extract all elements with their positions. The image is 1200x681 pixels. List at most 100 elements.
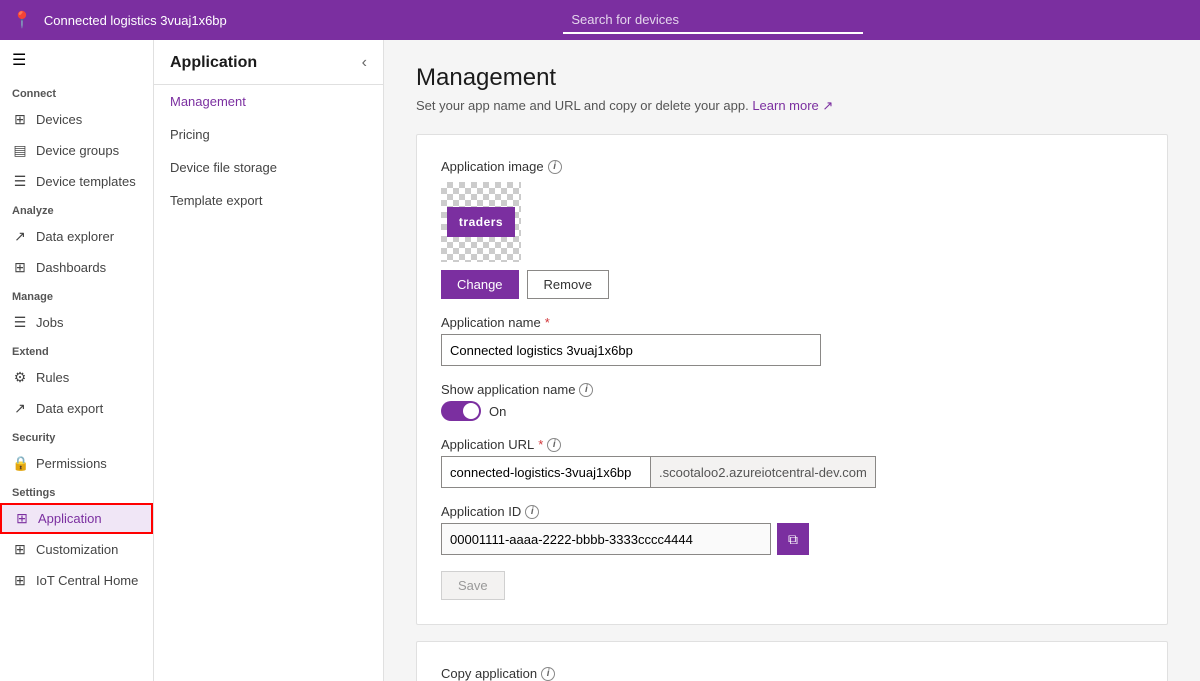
sidebar-item-device-groups[interactable]: ▤ Device groups xyxy=(0,135,153,166)
remove-image-button[interactable]: Remove xyxy=(527,270,609,299)
mid-panel-title: Application xyxy=(170,54,257,72)
permissions-icon: 🔒 xyxy=(12,455,28,472)
sidebar-item-application[interactable]: ⊞ Application xyxy=(0,503,153,534)
management-card: Application image i traders Change Remov… xyxy=(416,134,1168,625)
copy-application-card: Copy application i Create a copy of this… xyxy=(416,641,1168,681)
sidebar-item-data-export[interactable]: ↗ Data export xyxy=(0,393,153,424)
sidebar: ☰ Connect ⊞ Devices ▤ Device groups ☰ De… xyxy=(0,40,154,681)
sidebar-item-permissions[interactable]: 🔒 Permissions xyxy=(0,448,153,479)
show-name-info-icon[interactable]: i xyxy=(579,383,593,397)
sidebar-item-label: Data export xyxy=(36,401,103,416)
app-name-label: Application name * xyxy=(441,315,1143,330)
sidebar-item-label: IoT Central Home xyxy=(36,573,138,588)
iot-central-home-icon: ⊞ xyxy=(12,572,28,589)
copy-title: Copy application i xyxy=(441,666,1143,681)
section-settings: Settings xyxy=(0,479,153,503)
traders-logo: traders xyxy=(447,207,515,237)
sidebar-item-customization[interactable]: ⊞ Customization xyxy=(0,534,153,565)
sidebar-item-data-explorer[interactable]: ↗ Data explorer xyxy=(0,221,153,252)
devices-icon: ⊞ xyxy=(12,111,28,128)
url-suffix: .scootaloo2.azureiotcentral-dev.com xyxy=(651,456,876,488)
image-section: Application image i traders Change Remov… xyxy=(441,159,1143,299)
learn-more-link[interactable]: Learn more ↗ xyxy=(752,98,833,113)
search-bar[interactable] xyxy=(563,6,863,34)
sidebar-item-label: Devices xyxy=(36,112,82,127)
toggle-knob xyxy=(463,403,479,419)
sidebar-item-dashboards[interactable]: ⊞ Dashboards xyxy=(0,252,153,283)
application-icon: ⊞ xyxy=(14,510,30,527)
jobs-icon: ☰ xyxy=(12,314,28,331)
app-id-group: Application ID i ⧉ xyxy=(441,504,1143,555)
mid-panel-item-pricing[interactable]: Pricing xyxy=(154,118,383,151)
page-subtitle: Set your app name and URL and copy or de… xyxy=(416,98,1168,114)
section-connect: Connect xyxy=(0,80,153,104)
copy-id-button[interactable]: ⧉ xyxy=(777,523,809,555)
mid-panel: Application ‹ Management Pricing Device … xyxy=(154,40,384,681)
toggle-on-label: On xyxy=(489,404,506,419)
required-marker: * xyxy=(545,315,550,330)
app-brand-name: Connected logistics 3vuaj1x6bp xyxy=(44,13,227,28)
app-url-group: Application URL * i .scootaloo2.azureiot… xyxy=(441,437,1143,488)
image-preview: traders xyxy=(441,182,521,262)
data-explorer-icon: ↗ xyxy=(12,228,28,245)
copy-info-icon[interactable]: i xyxy=(541,667,555,681)
change-image-button[interactable]: Change xyxy=(441,270,519,299)
url-info-icon[interactable]: i xyxy=(547,438,561,452)
id-info-icon[interactable]: i xyxy=(525,505,539,519)
page-title: Management xyxy=(416,64,1168,92)
sidebar-item-label: Jobs xyxy=(36,315,63,330)
sidebar-item-label: Data explorer xyxy=(36,229,114,244)
sidebar-item-label: Device groups xyxy=(36,143,119,158)
show-app-name-label: Show application name i xyxy=(441,382,1143,397)
sidebar-item-label: Dashboards xyxy=(36,260,106,275)
toggle-row: On xyxy=(441,401,1143,421)
app-name-input[interactable] xyxy=(441,334,821,366)
sidebar-item-label: Rules xyxy=(36,370,69,385)
top-nav: 📍 Connected logistics 3vuaj1x6bp xyxy=(0,0,1200,40)
section-analyze: Analyze xyxy=(0,197,153,221)
section-manage: Manage xyxy=(0,283,153,307)
sidebar-item-jobs[interactable]: ☰ Jobs xyxy=(0,307,153,338)
sidebar-item-label: Device templates xyxy=(36,174,136,189)
content-area: Management Set your app name and URL and… xyxy=(384,40,1200,681)
customization-icon: ⊞ xyxy=(12,541,28,558)
url-row: .scootaloo2.azureiotcentral-dev.com xyxy=(441,456,1143,488)
image-label: Application image i xyxy=(441,159,1143,174)
sidebar-item-device-templates[interactable]: ☰ Device templates xyxy=(0,166,153,197)
data-export-icon: ↗ xyxy=(12,400,28,417)
sidebar-item-iot-central-home[interactable]: ⊞ IoT Central Home xyxy=(0,565,153,596)
app-id-input xyxy=(441,523,771,555)
required-marker: * xyxy=(538,437,543,452)
main-layout: ☰ Connect ⊞ Devices ▤ Device groups ☰ De… xyxy=(0,40,1200,681)
copy-icon: ⧉ xyxy=(788,531,798,548)
image-buttons: Change Remove xyxy=(441,270,1143,299)
section-security: Security xyxy=(0,424,153,448)
dashboards-icon: ⊞ xyxy=(12,259,28,276)
mid-panel-item-management[interactable]: Management xyxy=(154,85,383,118)
app-url-input[interactable] xyxy=(441,456,651,488)
show-app-name-group: Show application name i On xyxy=(441,382,1143,421)
device-groups-icon: ▤ xyxy=(12,142,28,159)
mid-panel-item-template-export[interactable]: Template export xyxy=(154,184,383,217)
rules-icon: ⚙ xyxy=(12,369,28,386)
section-extend: Extend xyxy=(0,338,153,362)
collapse-icon[interactable]: ‹ xyxy=(362,54,367,72)
sidebar-item-rules[interactable]: ⚙ Rules xyxy=(0,362,153,393)
mid-panel-item-device-file-storage[interactable]: Device file storage xyxy=(154,151,383,184)
location-icon: 📍 xyxy=(12,10,32,30)
app-url-label: Application URL * i xyxy=(441,437,1143,452)
app-name-group: Application name * xyxy=(441,315,1143,366)
app-id-label: Application ID i xyxy=(441,504,1143,519)
sidebar-item-label: Permissions xyxy=(36,456,107,471)
id-row: ⧉ xyxy=(441,523,1143,555)
mid-panel-header: Application ‹ xyxy=(154,40,383,85)
device-templates-icon: ☰ xyxy=(12,173,28,190)
save-button[interactable]: Save xyxy=(441,571,505,600)
hamburger-menu[interactable]: ☰ xyxy=(0,40,153,80)
sidebar-item-label: Application xyxy=(38,511,102,526)
image-info-icon[interactable]: i xyxy=(548,160,562,174)
search-input[interactable] xyxy=(563,6,863,34)
sidebar-item-devices[interactable]: ⊞ Devices xyxy=(0,104,153,135)
sidebar-item-label: Customization xyxy=(36,542,118,557)
show-name-toggle[interactable] xyxy=(441,401,481,421)
